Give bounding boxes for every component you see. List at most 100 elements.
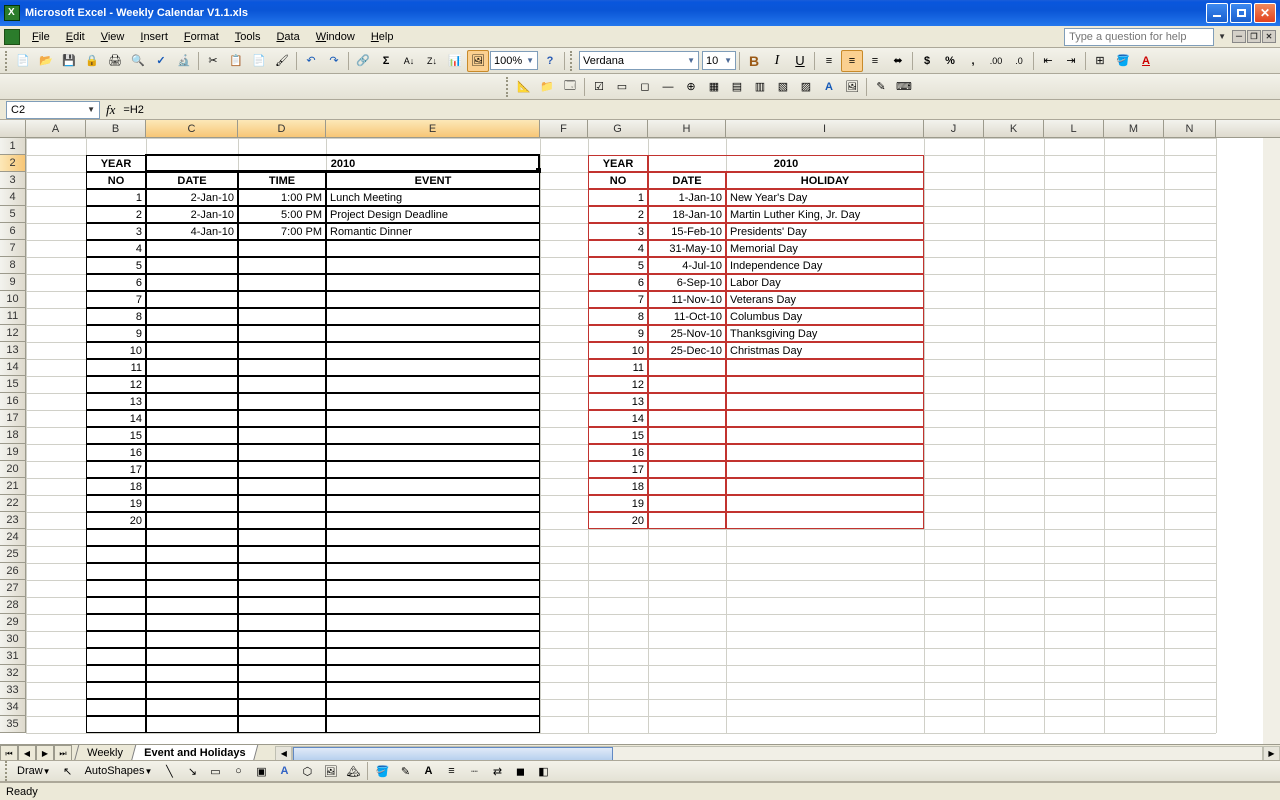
cell[interactable] [326, 444, 540, 461]
line-style-button[interactable]: ≡ [440, 760, 462, 782]
mdi-restore-button[interactable]: ❐ [1247, 30, 1261, 43]
cell[interactable]: 20 [86, 512, 146, 529]
cell[interactable] [238, 342, 326, 359]
row-header[interactable]: 20 [0, 461, 26, 478]
cell[interactable]: 31-May-10 [648, 240, 726, 257]
currency-button[interactable]: $ [916, 50, 938, 72]
column-header[interactable]: E [326, 120, 540, 137]
menu-insert[interactable]: Insert [132, 29, 176, 45]
cell[interactable]: 25-Dec-10 [648, 342, 726, 359]
font-size-combo[interactable]: 10▼ [702, 51, 736, 70]
open-button[interactable]: 📂 [35, 50, 57, 72]
tb2-button3[interactable]: ◻ [634, 76, 656, 98]
cell[interactable] [238, 648, 326, 665]
cell[interactable]: 2-Jan-10 [146, 206, 238, 223]
research-button[interactable]: 🔬 [173, 50, 195, 72]
cell[interactable] [238, 512, 326, 529]
cell[interactable]: HOLIDAY [726, 172, 924, 189]
tb2-btn1[interactable]: 📐 [513, 76, 535, 98]
cell[interactable]: Labor Day [726, 274, 924, 291]
cell[interactable] [326, 648, 540, 665]
menu-view[interactable]: View [93, 29, 133, 45]
cell[interactable]: 16 [588, 444, 648, 461]
align-center-button[interactable]: ≡ [841, 50, 863, 72]
cell[interactable] [238, 376, 326, 393]
cell[interactable] [146, 325, 238, 342]
cell[interactable] [648, 461, 726, 478]
cell[interactable]: Lunch Meeting [326, 189, 540, 206]
column-header[interactable]: F [540, 120, 588, 137]
cell[interactable] [326, 529, 540, 546]
row-header[interactable]: 2 [0, 155, 26, 172]
cell[interactable] [146, 614, 238, 631]
decrease-decimal-button[interactable]: .0 [1008, 50, 1030, 72]
cell[interactable]: 11-Nov-10 [648, 291, 726, 308]
name-box[interactable]: C2▼ [6, 101, 100, 119]
decrease-indent-button[interactable]: ⇤ [1037, 50, 1059, 72]
tb2-combo-button[interactable]: ▭ [611, 76, 633, 98]
row-header[interactable]: 3 [0, 172, 26, 189]
row-header[interactable]: 13 [0, 342, 26, 359]
cell[interactable] [238, 427, 326, 444]
cell[interactable]: YEAR [588, 155, 648, 172]
cell[interactable] [146, 665, 238, 682]
cell[interactable]: Christmas Day [726, 342, 924, 359]
cell[interactable] [86, 682, 146, 699]
cell[interactable] [326, 546, 540, 563]
cell[interactable] [146, 308, 238, 325]
cell[interactable]: EVENT [326, 172, 540, 189]
column-header[interactable]: D [238, 120, 326, 137]
cell[interactable] [326, 359, 540, 376]
cut-button[interactable]: ✂ [202, 50, 224, 72]
row-header[interactable]: 34 [0, 699, 26, 716]
cell[interactable] [726, 478, 924, 495]
cell[interactable]: 15-Feb-10 [648, 223, 726, 240]
minimize-button[interactable] [1206, 3, 1228, 23]
bold-button[interactable]: B [743, 50, 765, 72]
paste-button[interactable]: 📄 [248, 50, 270, 72]
cell[interactable]: Columbus Day [726, 308, 924, 325]
tb2-btn2[interactable]: 📁 [536, 76, 558, 98]
align-left-button[interactable]: ≡ [818, 50, 840, 72]
close-button[interactable]: ✕ [1254, 3, 1276, 23]
row-header[interactable]: 28 [0, 597, 26, 614]
cell[interactable] [146, 512, 238, 529]
print-preview-button[interactable]: 🔍 [127, 50, 149, 72]
mdi-minimize-button[interactable]: － [1232, 30, 1246, 43]
row-header[interactable]: 17 [0, 410, 26, 427]
row-header[interactable]: 32 [0, 665, 26, 682]
cell[interactable] [146, 478, 238, 495]
row-header[interactable]: 27 [0, 580, 26, 597]
cell[interactable]: NO [588, 172, 648, 189]
cell[interactable] [648, 376, 726, 393]
cell[interactable]: Veterans Day [726, 291, 924, 308]
column-header[interactable]: H [648, 120, 726, 137]
row-header[interactable]: 6 [0, 223, 26, 240]
line-color-button[interactable]: ✎ [394, 760, 416, 782]
clipart-button[interactable]: 🖼 [319, 760, 341, 782]
cell[interactable]: 9 [588, 325, 648, 342]
cell[interactable] [238, 665, 326, 682]
tb2-check-button[interactable]: ☑ [588, 76, 610, 98]
cell[interactable] [648, 427, 726, 444]
cell[interactable]: 7 [86, 291, 146, 308]
cell[interactable] [326, 461, 540, 478]
cell[interactable] [648, 393, 726, 410]
cell[interactable]: 12 [588, 376, 648, 393]
fx-icon[interactable]: fx [106, 102, 115, 118]
rectangle-button[interactable]: ▭ [204, 760, 226, 782]
cell[interactable] [726, 444, 924, 461]
toolbar-grip-icon[interactable] [506, 77, 510, 97]
cell[interactable] [146, 716, 238, 733]
row-header[interactable]: 26 [0, 563, 26, 580]
increase-decimal-button[interactable]: .00 [985, 50, 1007, 72]
cell[interactable] [146, 291, 238, 308]
cell[interactable] [238, 291, 326, 308]
cell[interactable]: 19 [588, 495, 648, 512]
font-combo[interactable]: Verdana▼ [579, 51, 699, 70]
cell[interactable]: Martin Luther King, Jr. Day [726, 206, 924, 223]
cell[interactable] [648, 410, 726, 427]
cell[interactable] [648, 495, 726, 512]
cell[interactable] [238, 597, 326, 614]
cell[interactable] [326, 512, 540, 529]
